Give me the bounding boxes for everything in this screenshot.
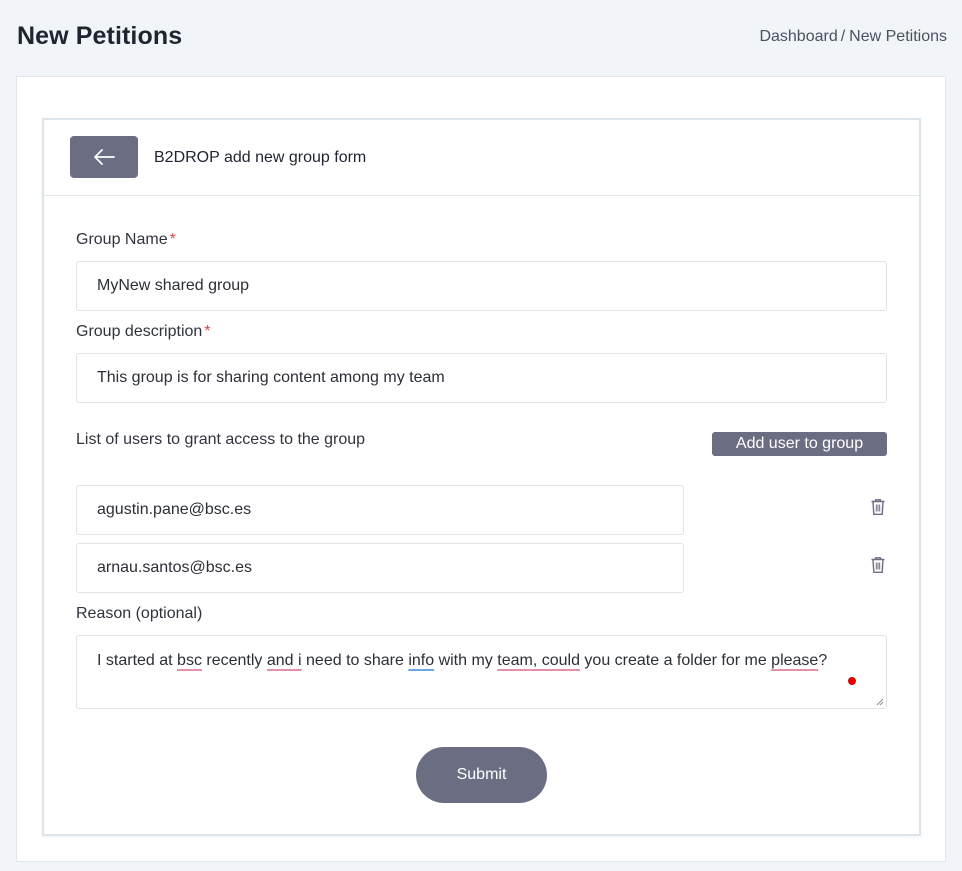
group-name-label: Group Name * [76, 231, 176, 248]
breadcrumb-separator: / [840, 28, 846, 45]
group-description-label: Group description * [76, 323, 211, 340]
user-email-input[interactable]: agustin.pane@bsc.es [76, 485, 684, 535]
reason-segment: recently [201, 652, 267, 669]
submit-button[interactable]: Submit [416, 747, 547, 803]
arrow-left-icon [94, 149, 115, 165]
add-user-button[interactable]: Add user to group [712, 432, 887, 456]
reason-textarea[interactable]: I started at bsc recently and i need to … [76, 635, 887, 709]
spellcheck-segment: team, could [497, 652, 580, 669]
form-title: B2DROP add new group form [154, 149, 367, 166]
spellcheck-segment: and i [266, 652, 302, 669]
breadcrumb-current: New Petitions [849, 28, 947, 45]
cursor-dot [848, 677, 856, 685]
required-mark: * [204, 323, 211, 340]
user-email-input[interactable]: arnau.santos@bsc.es [76, 543, 684, 593]
form-header: B2DROP add new group form [44, 120, 919, 196]
reason-segment: with my [434, 652, 498, 669]
breadcrumb-dashboard-link[interactable]: Dashboard [759, 28, 837, 45]
group-name-input[interactable]: MyNew shared group [76, 261, 887, 311]
trash-icon[interactable] [870, 556, 886, 574]
spellcheck-segment: bsc [177, 652, 202, 669]
reason-segment: I started at [97, 652, 178, 669]
trash-icon[interactable] [870, 498, 886, 516]
spellcheck-segment: info [408, 652, 435, 669]
reason-segment: you create a folder for me [579, 652, 772, 669]
reason-segment: ? [818, 652, 828, 669]
reason-label: Reason (optional) [76, 605, 203, 622]
page-title: New Petitions [17, 22, 183, 50]
users-list-label: List of users to grant access to the gro… [76, 431, 366, 448]
reason-text: I started at bsc recently and i need to … [97, 652, 827, 669]
back-button[interactable] [70, 136, 138, 178]
breadcrumb: Dashboard / New Petitions [759, 28, 947, 46]
group-form-card: B2DROP add new group form Group Name * My… [42, 118, 921, 836]
group-description-input[interactable]: This group is for sharing content among … [76, 353, 887, 403]
required-mark: * [169, 231, 176, 248]
resize-grip-icon[interactable] [876, 698, 884, 706]
reason-segment: need to share [301, 652, 409, 669]
spellcheck-segment: please [771, 652, 819, 669]
